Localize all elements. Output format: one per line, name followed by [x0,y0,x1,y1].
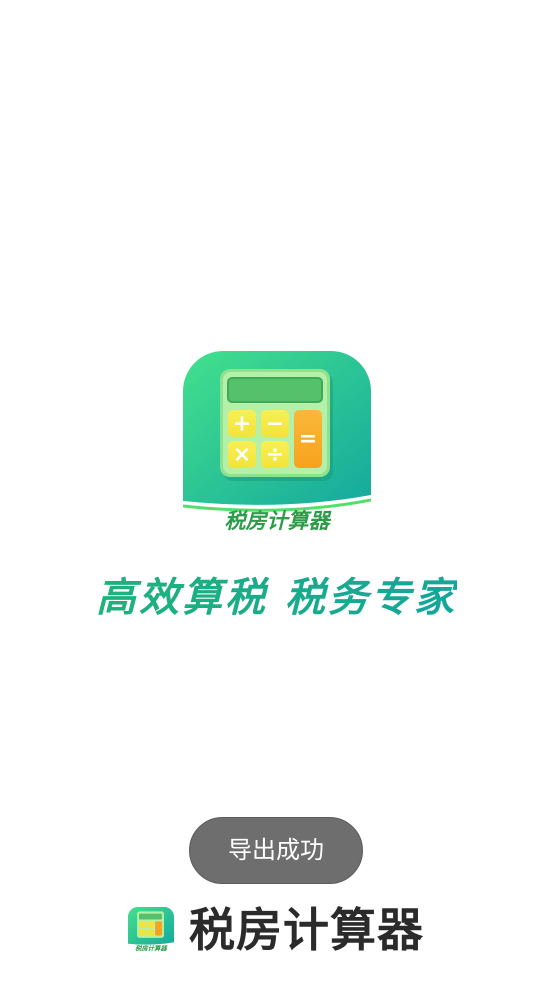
footer-app-name: 税房计算器 [189,903,424,957]
slogan-text: 高效算税 税务专家 [96,572,457,624]
footer-icon-key [147,929,154,936]
calculator-display [227,377,323,403]
key-equals-label: = [299,427,317,452]
footer-icon-key-equals [155,921,163,936]
footer-icon-key [147,921,154,929]
footer-icon-calculator-display [139,913,163,920]
key-times-label: × [233,443,251,468]
footer-app-calculator-icon: 税房计算器 [128,907,174,953]
key-minus-label: − [266,412,284,437]
footer-icon-caption: 税房计算器 [135,945,167,953]
app-logo-calculator-icon: + − = × ÷ 税房计算器 [183,351,371,533]
splash-screen: + − = × ÷ 税房计算器 高效算税 税务专家 导出成功 税房计算器 税房计… [0,0,553,983]
key-plus-label: + [233,412,251,437]
logo-caption: 税房计算器 [225,509,333,533]
footer-icon-key [139,929,146,936]
footer-icon-key [139,921,146,929]
slogan: 高效算税 税务专家 [0,572,553,624]
toast-message: 导出成功 [189,817,363,884]
key-divide-label: ÷ [266,443,284,468]
